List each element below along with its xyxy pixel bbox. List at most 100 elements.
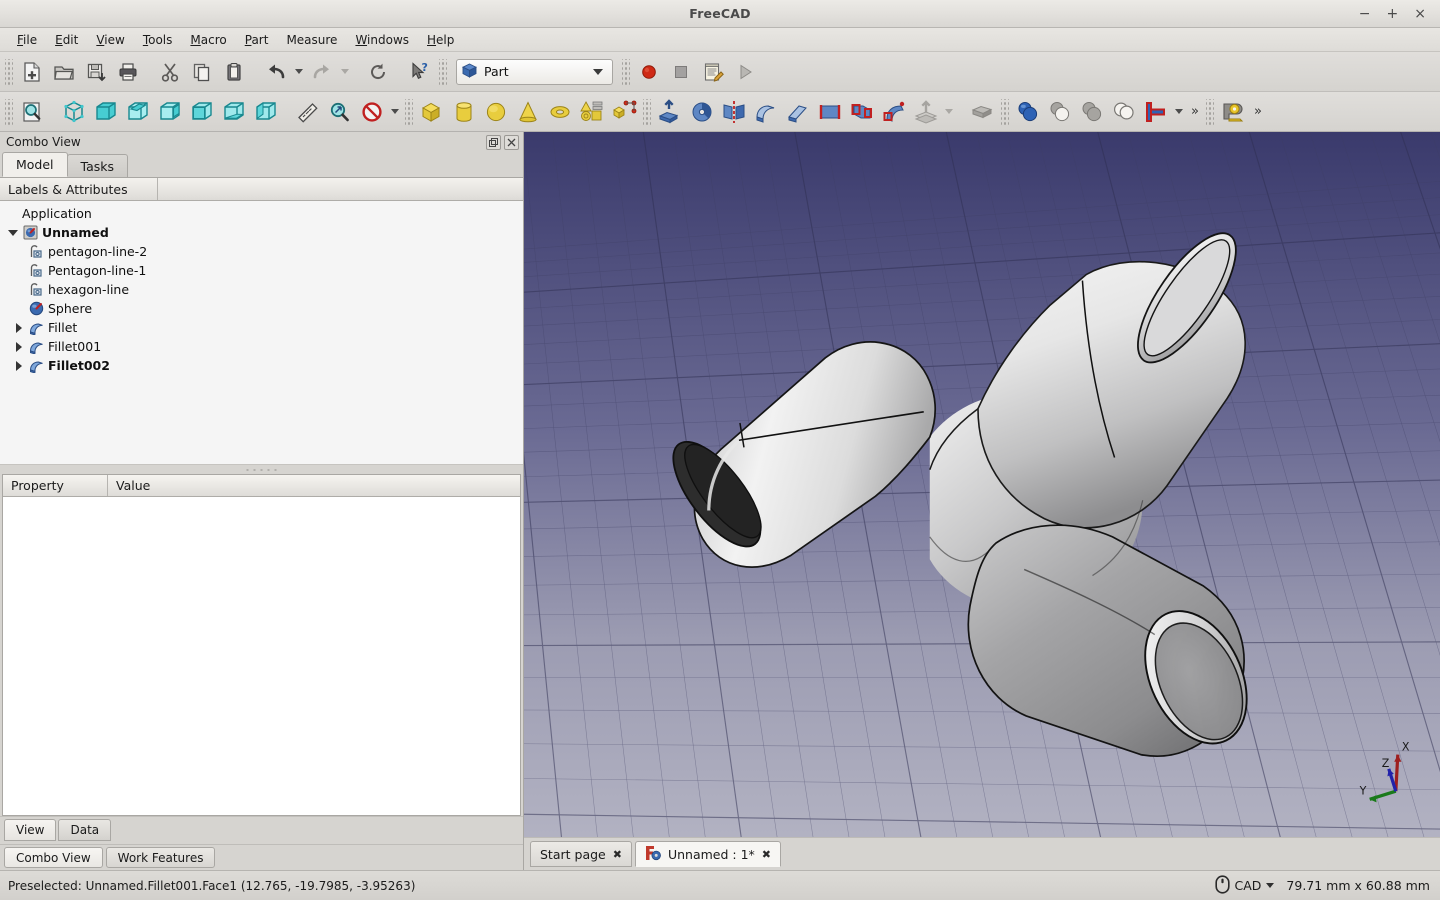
- intersection-icon[interactable]: [1108, 96, 1140, 128]
- model-tree[interactable]: Application Unnamed pentagon-line-2 Pent…: [0, 201, 523, 464]
- expand-twisty-icon[interactable]: [6, 230, 20, 236]
- menu-edit[interactable]: Edit: [46, 30, 87, 50]
- tree-item-pentagon-line-2[interactable]: pentagon-line-2: [0, 242, 523, 261]
- shape-builder-icon[interactable]: [608, 96, 640, 128]
- primitives-dialog-icon[interactable]: [576, 96, 608, 128]
- close-button[interactable]: ×: [1414, 7, 1426, 21]
- compound-icon[interactable]: [966, 96, 998, 128]
- fillet-icon[interactable]: [750, 96, 782, 128]
- chamfer-icon[interactable]: [782, 96, 814, 128]
- toolbar-grip-2[interactable]: [439, 58, 447, 85]
- tree-item-hexagon-line[interactable]: hexagon-line: [0, 280, 523, 299]
- open-document-icon[interactable]: [48, 56, 80, 88]
- cylinder-icon[interactable]: [448, 96, 480, 128]
- draw-style-icon[interactable]: [356, 96, 388, 128]
- cut-boolean-icon[interactable]: [1044, 96, 1076, 128]
- cone-icon[interactable]: [512, 96, 544, 128]
- axonometric-icon[interactable]: [58, 96, 90, 128]
- tree-item-application[interactable]: Application: [0, 204, 523, 223]
- box-icon[interactable]: [416, 96, 448, 128]
- expand-twisty-icon[interactable]: [12, 342, 26, 352]
- tree-item-pentagon-line-1[interactable]: Pentagon-line-1: [0, 261, 523, 280]
- menu-part[interactable]: Part: [236, 30, 278, 50]
- union-icon[interactable]: [1076, 96, 1108, 128]
- view-toolbar-grip[interactable]: [5, 98, 13, 125]
- refresh-icon[interactable]: [362, 56, 394, 88]
- tree-item-sphere[interactable]: Sphere: [0, 299, 523, 318]
- tree-item-fillet002[interactable]: Fillet002: [0, 356, 523, 375]
- right-view-icon[interactable]: [154, 96, 186, 128]
- extrude-icon[interactable]: [654, 96, 686, 128]
- tab-view[interactable]: View: [4, 819, 57, 841]
- ruled-surface-icon[interactable]: [814, 96, 846, 128]
- close-icon[interactable]: ✖: [762, 848, 771, 861]
- new-document-icon[interactable]: [16, 56, 48, 88]
- property-column-value[interactable]: Value: [108, 475, 520, 496]
- dock-tab-combo-view[interactable]: Combo View: [4, 847, 103, 868]
- top-view-icon[interactable]: [122, 96, 154, 128]
- expand-twisty-icon[interactable]: [12, 323, 26, 333]
- modeling-grip[interactable]: [643, 98, 651, 125]
- join-connect-icon[interactable]: [1140, 96, 1172, 128]
- 3d-scene[interactable]: X Y Z: [524, 132, 1440, 837]
- expand-twisty-icon[interactable]: [12, 361, 26, 371]
- torus-icon[interactable]: [544, 96, 576, 128]
- toolbar-overflow-icon-2[interactable]: »: [1249, 104, 1266, 119]
- toolbar-overflow-icon[interactable]: »: [1186, 104, 1203, 119]
- minimize-button[interactable]: −: [1359, 7, 1371, 21]
- tree-column-blank[interactable]: [158, 178, 523, 200]
- paste-icon[interactable]: [218, 56, 250, 88]
- menu-windows[interactable]: Windows: [346, 30, 418, 50]
- macro-stop-icon[interactable]: [665, 56, 697, 88]
- join-dropdown-icon[interactable]: [1172, 96, 1186, 128]
- save-document-icon[interactable]: [80, 56, 112, 88]
- measure-distance-icon[interactable]: [292, 96, 324, 128]
- whats-this-icon[interactable]: ?: [404, 56, 436, 88]
- close-icon[interactable]: ✖: [613, 848, 622, 861]
- tree-item-fillet[interactable]: Fillet: [0, 318, 523, 337]
- menu-macro[interactable]: Macro: [181, 30, 235, 50]
- menu-help[interactable]: Help: [418, 30, 463, 50]
- menu-view[interactable]: View: [87, 30, 133, 50]
- copy-icon[interactable]: [186, 56, 218, 88]
- draw-style-dropdown-icon[interactable]: [388, 96, 402, 128]
- maximize-button[interactable]: +: [1387, 7, 1399, 21]
- tab-tasks[interactable]: Tasks: [66, 154, 129, 177]
- sweep-icon[interactable]: [878, 96, 910, 128]
- float-panel-button[interactable]: [486, 134, 501, 150]
- tree-item-unnamed[interactable]: Unnamed: [0, 223, 523, 242]
- redo-dropdown-icon[interactable]: [338, 56, 352, 88]
- mirror-icon[interactable]: [718, 96, 750, 128]
- boolean-icon[interactable]: [1012, 96, 1044, 128]
- property-column-name[interactable]: Property: [3, 475, 108, 496]
- left-view-icon[interactable]: [250, 96, 282, 128]
- toolbar-grip-3[interactable]: [622, 58, 630, 85]
- menu-file[interactable]: FFileile: [8, 30, 46, 50]
- tab-data[interactable]: Data: [58, 819, 112, 841]
- dock-tab-work-features[interactable]: Work Features: [105, 847, 216, 868]
- menu-tools[interactable]: Tools: [134, 30, 182, 50]
- cut-icon[interactable]: [154, 56, 186, 88]
- measure-grip[interactable]: [1205, 98, 1214, 125]
- workbench-selector[interactable]: Part: [456, 58, 613, 85]
- print-icon[interactable]: [112, 56, 144, 88]
- document-tab-unnamed[interactable]: Unnamed : 1* ✖: [634, 841, 781, 867]
- undo-dropdown-icon[interactable]: [292, 56, 306, 88]
- macro-record-icon[interactable]: [633, 56, 665, 88]
- primitives-grip[interactable]: [405, 98, 413, 125]
- property-rows[interactable]: [3, 497, 520, 815]
- rear-view-icon[interactable]: [186, 96, 218, 128]
- bottom-view-icon[interactable]: [218, 96, 250, 128]
- measure-tape-icon[interactable]: [1217, 96, 1249, 128]
- document-tab-start-page[interactable]: Start page ✖: [530, 841, 632, 867]
- close-panel-button[interactable]: [504, 134, 519, 150]
- zoom-icon[interactable]: [324, 96, 356, 128]
- navigation-style-selector[interactable]: CAD: [1214, 874, 1275, 897]
- front-view-icon[interactable]: [90, 96, 122, 128]
- toolbar-grip[interactable]: [5, 58, 13, 85]
- boolean-grip[interactable]: [1001, 98, 1009, 125]
- panel-splitter[interactable]: [0, 464, 523, 474]
- redo-icon[interactable]: [306, 56, 338, 88]
- macro-execute-icon[interactable]: [729, 56, 761, 88]
- section-icon[interactable]: [910, 96, 942, 128]
